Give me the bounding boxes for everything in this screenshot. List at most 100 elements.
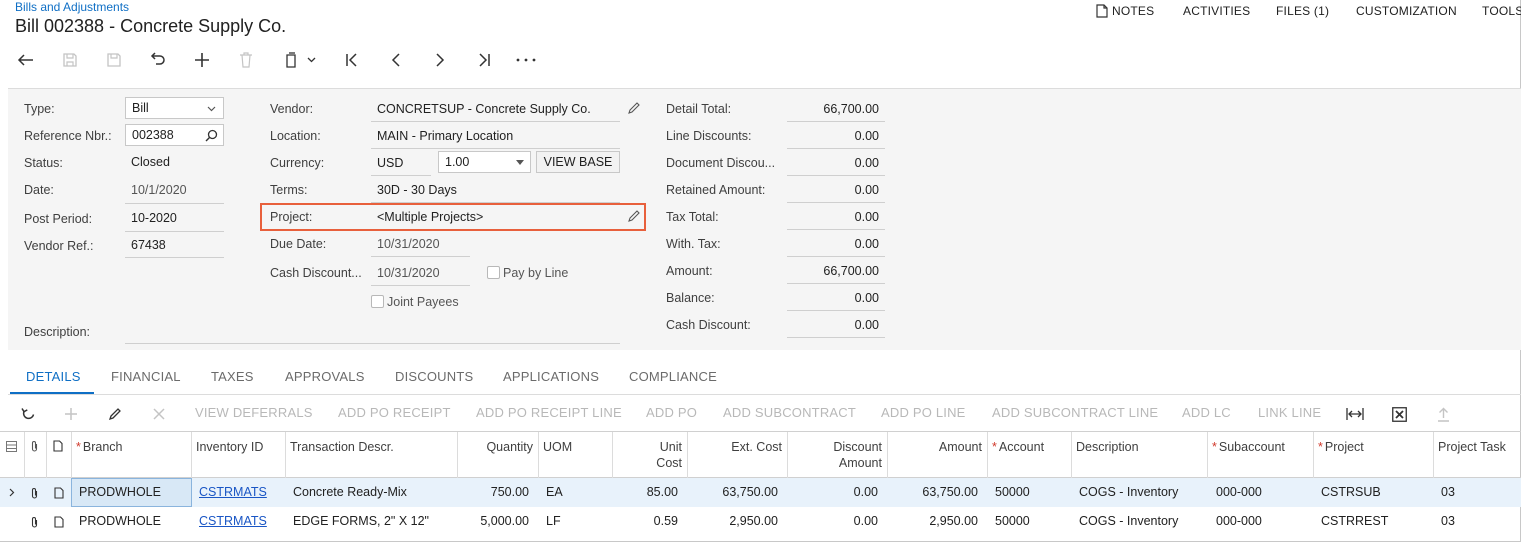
- delete-row-icon[interactable]: [149, 404, 169, 424]
- col-ext-cost[interactable]: Ext. Cost: [687, 432, 787, 478]
- save-close-icon[interactable]: [56, 46, 84, 74]
- cell-unit-cost[interactable]: 0.59: [612, 507, 678, 536]
- files-link[interactable]: FILES (1): [1276, 4, 1329, 18]
- col-transaction-descr[interactable]: Transaction Descr.: [285, 432, 457, 478]
- add-po-button[interactable]: ADD PO: [646, 405, 697, 420]
- type-select[interactable]: Bill: [125, 97, 224, 119]
- table-row[interactable]: PRODWHOLE CSTRMATS Concrete Ready-Mix 75…: [0, 478, 1521, 507]
- delete-icon[interactable]: [232, 46, 260, 74]
- col-unit-cost[interactable]: Unit Cost: [612, 432, 687, 478]
- col-project-task[interactable]: Project Task: [1433, 432, 1521, 478]
- cell-project-task[interactable]: 03: [1441, 507, 1455, 536]
- cell-quantity[interactable]: 750.00: [457, 478, 529, 507]
- cell-branch[interactable]: PRODWHOLE: [79, 478, 161, 507]
- col-subaccount[interactable]: * Subaccount: [1207, 432, 1313, 478]
- edit-pencil-icon[interactable]: [627, 101, 641, 115]
- project-edit-pencil-icon[interactable]: [627, 209, 641, 223]
- col-amount[interactable]: Amount: [887, 432, 987, 478]
- cell-description[interactable]: COGS - Inventory: [1079, 478, 1178, 507]
- view-deferrals-button[interactable]: VIEW DEFERRALS: [195, 405, 313, 420]
- paperclip-icon[interactable]: [30, 516, 39, 528]
- add-icon[interactable]: [188, 46, 216, 74]
- undo-icon[interactable]: [144, 46, 172, 74]
- cell-subaccount[interactable]: 000-000: [1216, 507, 1262, 536]
- copy-paste-icon[interactable]: [276, 46, 324, 74]
- activities-link[interactable]: ACTIVITIES: [1183, 4, 1250, 18]
- upload-icon[interactable]: [1433, 404, 1453, 424]
- terms-value[interactable]: 30D - 30 Days: [377, 183, 457, 197]
- add-subcontract-button[interactable]: ADD SUBCONTRACT: [723, 405, 856, 420]
- customization-link[interactable]: CUSTOMIZATION: [1356, 4, 1457, 18]
- tab-taxes[interactable]: TAXES: [211, 369, 254, 384]
- breadcrumb[interactable]: Bills and Adjustments: [15, 0, 129, 14]
- add-po-receipt-button[interactable]: ADD PO RECEIPT: [338, 405, 451, 420]
- cell-quantity[interactable]: 5,000.00: [457, 507, 529, 536]
- duedate-value[interactable]: 10/31/2020: [377, 237, 440, 251]
- tab-financial[interactable]: FINANCIAL: [111, 369, 181, 384]
- back-icon[interactable]: [12, 46, 40, 74]
- cell-uom[interactable]: LF: [546, 507, 561, 536]
- currency-value[interactable]: USD: [377, 156, 403, 170]
- refnbr-input[interactable]: 002388: [125, 124, 224, 146]
- add-po-line-button[interactable]: ADD PO LINE: [881, 405, 966, 420]
- col-description[interactable]: Description: [1071, 432, 1207, 478]
- cell-inventory-id[interactable]: CSTRMATS: [199, 507, 267, 536]
- tab-applications[interactable]: APPLICATIONS: [503, 369, 599, 384]
- cell-ext-cost[interactable]: 2,950.00: [687, 507, 778, 536]
- vendorref-value[interactable]: 67438: [131, 238, 166, 252]
- fit-columns-icon[interactable]: [1345, 404, 1365, 424]
- next-icon[interactable]: [426, 46, 454, 74]
- last-icon[interactable]: [470, 46, 498, 74]
- previous-icon[interactable]: [382, 46, 410, 74]
- cell-project-task[interactable]: 03: [1441, 478, 1455, 507]
- first-icon[interactable]: [338, 46, 366, 74]
- vendor-value[interactable]: CONCRETSUP - Concrete Supply Co.: [377, 102, 591, 116]
- cell-subaccount[interactable]: 000-000: [1216, 478, 1262, 507]
- link-line-button[interactable]: LINK LINE: [1258, 405, 1321, 420]
- currency-rate-select[interactable]: 1.00: [438, 151, 531, 173]
- cell-discount-amount[interactable]: 0.00: [787, 478, 878, 507]
- cashdisc-date-value[interactable]: 10/31/2020: [377, 266, 440, 280]
- col-branch[interactable]: * Branch: [71, 432, 191, 478]
- cell-discount-amount[interactable]: 0.00: [787, 507, 878, 536]
- notes-link[interactable]: NOTES: [1096, 4, 1154, 18]
- cell-unit-cost[interactable]: 85.00: [612, 478, 678, 507]
- more-icon[interactable]: [512, 46, 540, 74]
- col-account[interactable]: * Account: [987, 432, 1071, 478]
- tools-link[interactable]: TOOLS: [1482, 4, 1521, 18]
- cell-account[interactable]: 50000: [995, 478, 1030, 507]
- cell-inventory-id[interactable]: CSTRMATS: [199, 478, 267, 507]
- add-subcontract-line-button[interactable]: ADD SUBCONTRACT LINE: [992, 405, 1158, 420]
- col-project[interactable]: * Project: [1313, 432, 1433, 478]
- cell-amount[interactable]: 63,750.00: [887, 478, 978, 507]
- tab-approvals[interactable]: APPROVALS: [285, 369, 365, 384]
- cell-transaction-descr[interactable]: Concrete Ready-Mix: [293, 478, 407, 507]
- cell-ext-cost[interactable]: 63,750.00: [687, 478, 778, 507]
- tab-compliance[interactable]: COMPLIANCE: [629, 369, 717, 384]
- table-row[interactable]: PRODWHOLE CSTRMATS EDGE FORMS, 2" X 12" …: [0, 507, 1521, 536]
- add-lc-button[interactable]: ADD LC: [1182, 405, 1231, 420]
- add-po-receipt-line-button[interactable]: ADD PO RECEIPT LINE: [476, 405, 622, 420]
- add-row-icon[interactable]: [61, 404, 81, 424]
- save-icon[interactable]: [100, 46, 128, 74]
- view-base-button[interactable]: VIEW BASE: [536, 151, 620, 173]
- cell-branch[interactable]: PRODWHOLE: [79, 507, 161, 536]
- refresh-icon[interactable]: [18, 404, 38, 424]
- col-discount-amount[interactable]: Discount Amount: [787, 432, 887, 478]
- col-uom[interactable]: UOM: [538, 432, 612, 478]
- cell-account[interactable]: 50000: [995, 507, 1030, 536]
- row-selector-header[interactable]: [0, 432, 24, 478]
- cell-project[interactable]: CSTRSUB: [1321, 478, 1381, 507]
- tab-details[interactable]: DETAILS: [26, 369, 81, 384]
- pay-by-line-checkbox[interactable]: [487, 266, 500, 279]
- export-excel-icon[interactable]: [1389, 404, 1409, 424]
- col-inventory-id[interactable]: Inventory ID: [191, 432, 285, 478]
- paperclip-icon[interactable]: [30, 487, 39, 499]
- cell-project[interactable]: CSTRREST: [1321, 507, 1388, 536]
- note-icon[interactable]: [54, 487, 64, 499]
- tab-discounts[interactable]: DISCOUNTS: [395, 369, 473, 384]
- postperiod-value[interactable]: 10-2020: [131, 211, 177, 225]
- joint-payees-checkbox[interactable]: [371, 295, 384, 308]
- cell-amount[interactable]: 2,950.00: [887, 507, 978, 536]
- project-value[interactable]: <Multiple Projects>: [377, 210, 483, 224]
